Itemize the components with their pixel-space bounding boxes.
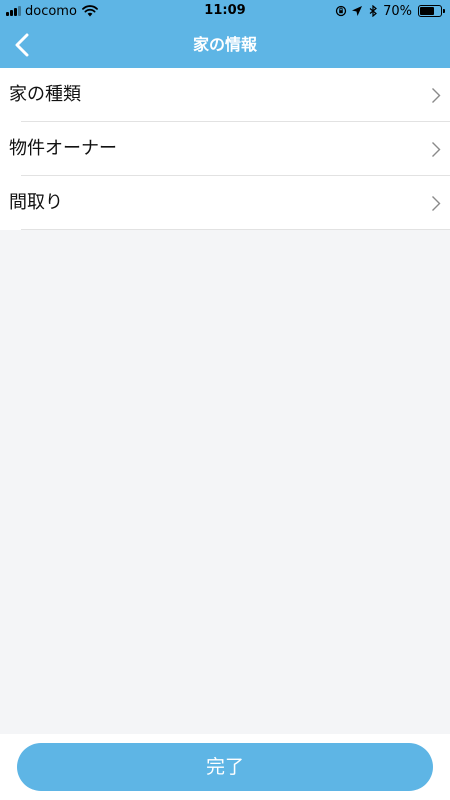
list-item-floor-plan[interactable]: 間取り (0, 176, 450, 230)
location-icon (352, 6, 363, 16)
list-item-house-type[interactable]: 家の種類 (0, 68, 450, 122)
navigation-bar: 家の情報 (0, 22, 450, 68)
list-item-property-owner[interactable]: 物件オーナー (0, 122, 450, 176)
footer: 完了 (0, 734, 450, 800)
done-button[interactable]: 完了 (17, 743, 433, 791)
chevron-right-icon (432, 88, 441, 103)
chevron-right-icon (432, 196, 441, 211)
divider (21, 229, 450, 230)
status-right: 70% (335, 3, 445, 19)
bluetooth-icon (369, 5, 378, 17)
status-bar: docomo 11:09 70% (0, 0, 450, 22)
battery-icon (418, 5, 445, 17)
list-item-label: 間取り (9, 192, 63, 213)
page-title: 家の情報 (192, 35, 257, 54)
chevron-right-icon (432, 142, 441, 157)
orientation-lock-icon (335, 5, 347, 17)
list-item-label: 物件オーナー (9, 138, 117, 159)
battery-fill (420, 7, 434, 15)
settings-list: 家の種類 物件オーナー 間取り (0, 68, 450, 230)
battery-percent: 70% (383, 3, 412, 19)
list-item-label: 家の種類 (9, 84, 81, 105)
